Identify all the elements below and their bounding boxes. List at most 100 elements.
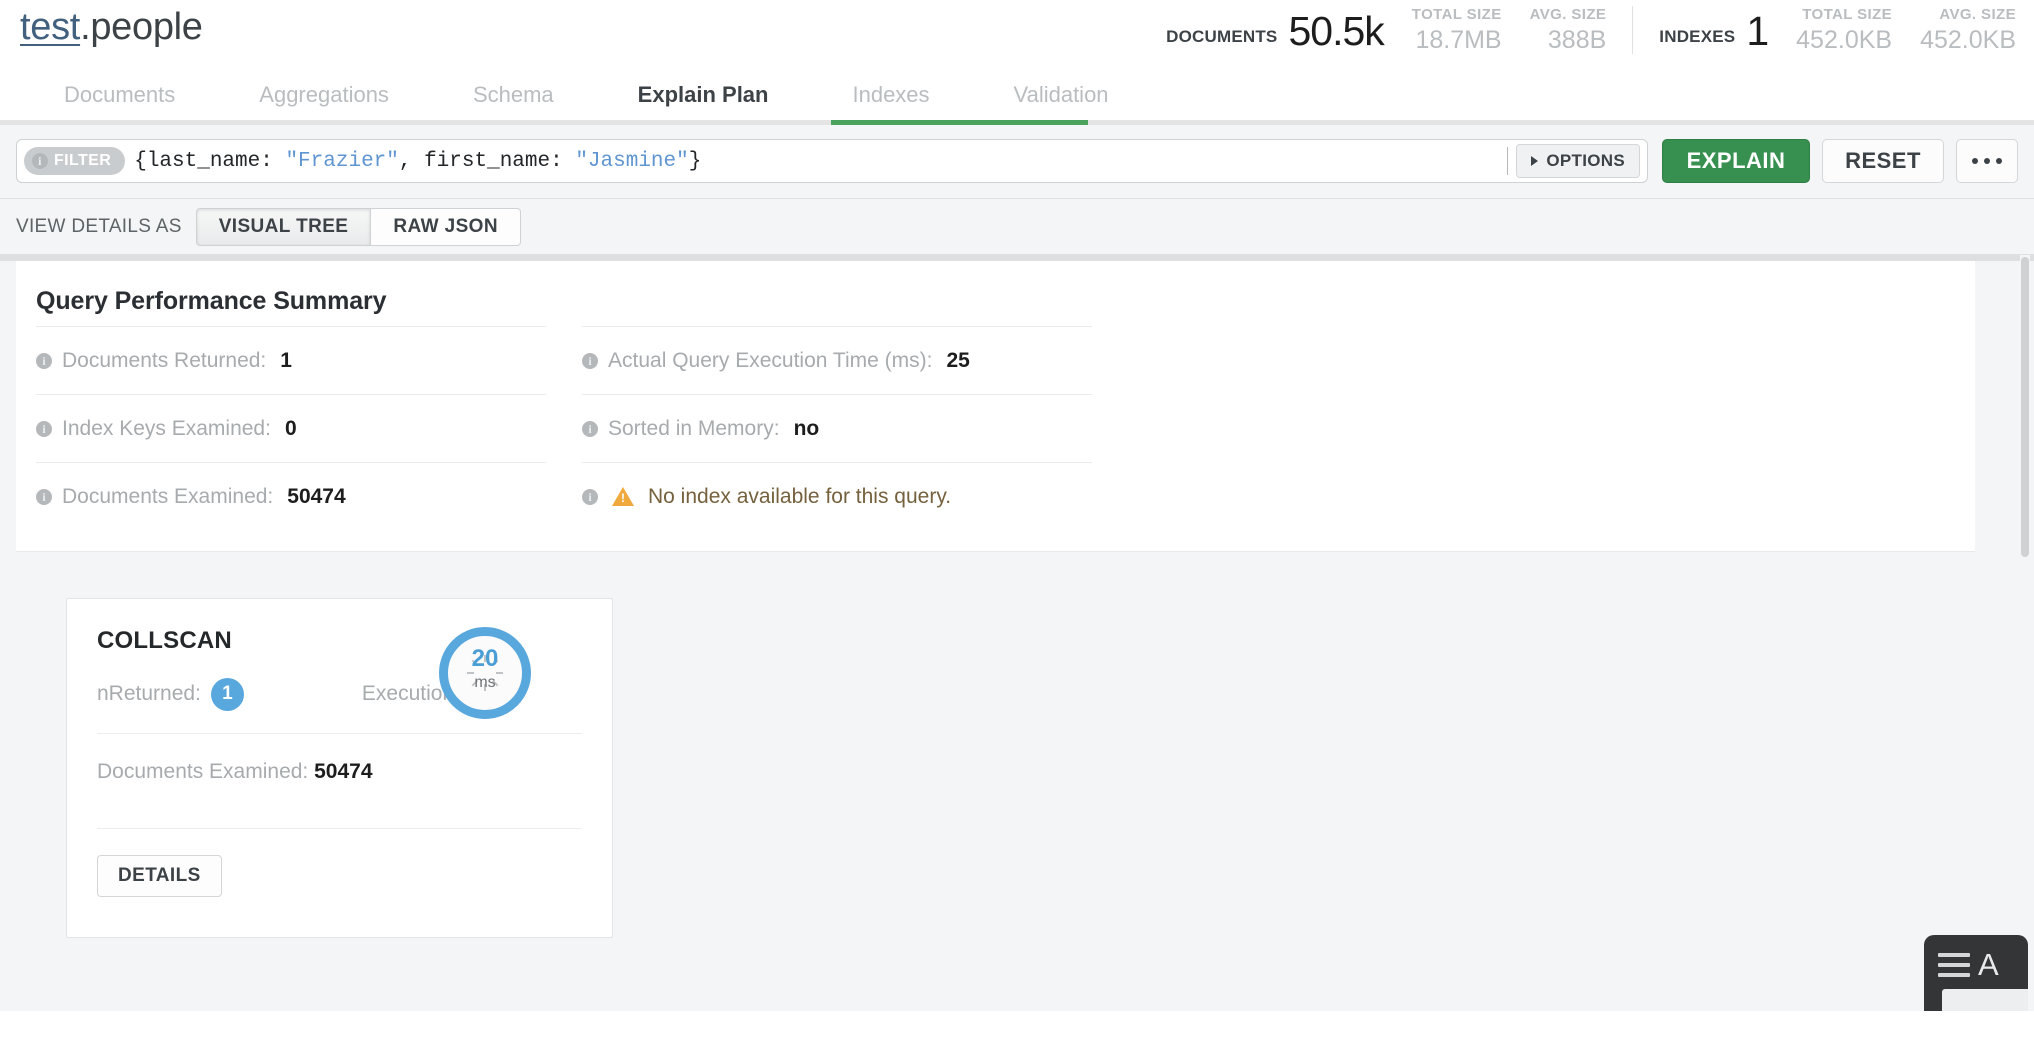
documents-avg-size-value: 388B [1547,26,1607,54]
options-toggle[interactable]: OPTIONS [1516,144,1640,178]
indexes-avg-size-label: AVG. SIZE [1939,6,2016,23]
filter-badge[interactable]: i FILTER [24,147,126,175]
indexes-total-size-label: TOTAL SIZE [1802,6,1893,23]
summary-label: Sorted in Memory: [608,416,780,440]
horizontal-scrollbar[interactable] [0,255,2034,261]
documents-stat-value: 50.5k [1288,8,1384,54]
active-tab-indicator [831,120,1088,125]
indexes-total-size-value: 452.0KB [1796,26,1893,54]
collection-name: people [90,6,203,48]
view-mode-segmented-control: VISUAL TREE RAW JSON [195,207,521,246]
stats-divider [1632,6,1634,54]
collection-stats: DOCUMENTS 50.5k TOTAL SIZE 18.7MB AVG. S… [1166,0,2016,56]
documents-avg-size-label: AVG. SIZE [1529,6,1607,23]
info-icon[interactable]: i [36,420,52,437]
indexes-avg-size-value: 452.0KB [1920,26,2016,54]
tab-documents[interactable]: Documents [22,70,217,120]
tab-underline-track [0,120,2034,125]
view-mode-raw-json[interactable]: RAW JSON [371,207,521,246]
summary-row-index-warning: i No index available for this query. [582,462,1092,530]
stage-details-button[interactable]: DETAILS [97,855,222,897]
summary-column-left: i Documents Returned: 1 i Index Keys Exa… [36,326,546,530]
vertical-scrollbar[interactable] [2020,255,2030,1011]
documents-examined-label: Documents Examined: [97,760,309,783]
tab-indexes[interactable]: Indexes [810,70,971,120]
filter-input[interactable]: {last_name: "Frazier", first_name: "Jasm… [125,150,1507,173]
summary-label: Actual Query Execution Time (ms): [608,348,933,372]
info-icon[interactable]: i [36,488,52,505]
summary-row-execution-time: i Actual Query Execution Time (ms): 25 [582,326,1092,394]
summary-column-right: i Actual Query Execution Time (ms): 25 i… [582,326,1092,530]
summary-label: Documents Returned: [62,348,267,372]
scrollbar-thumb[interactable] [2021,257,2029,557]
filter-token-plain: {last_name: [134,149,286,173]
summary-value: no [793,416,820,440]
documents-total-size-value: 18.7MB [1415,26,1502,54]
stage-documents-examined: Documents Examined: 50474 [97,734,582,812]
summary-row-documents-returned: i Documents Returned: 1 [36,326,546,394]
filter-token-string: "Frazier" [285,149,399,173]
stat-group-documents: DOCUMENTS 50.5k TOTAL SIZE 18.7MB AVG. S… [1166,4,1606,56]
filter-input-wrapper[interactable]: i FILTER {last_name: "Frazier", first_na… [16,139,1648,183]
documents-total-size-label: TOTAL SIZE [1411,6,1502,23]
namespace-title: test.people [20,0,203,46]
stage-card-collscan[interactable]: COLLSCAN nReturned: 1 Execution Time: Do… [66,598,613,938]
collection-tab-bar: Documents Aggregations Schema Explain Pl… [0,70,2034,120]
clock-value: 20 [471,645,499,672]
view-mode-visual-tree[interactable]: VISUAL TREE [195,207,372,246]
reset-button[interactable]: RESET [1822,139,1944,183]
dot-icon [1972,158,1978,164]
summary-value: 0 [284,416,297,440]
explain-plan-content: Query Performance Summary i Documents Re… [0,255,2034,1011]
view-details-label: VIEW DETAILS AS [16,215,182,237]
namespace-separator: . [80,6,91,48]
tab-validation[interactable]: Validation [972,70,1151,120]
documents-total-size: TOTAL SIZE 18.7MB [1412,7,1502,56]
filter-token-string: "Jasmine" [575,149,689,173]
query-bar: i FILTER {last_name: "Frazier", first_na… [0,125,2034,199]
float-widget-letter: A [1978,947,1999,982]
stage-actions: DETAILS [97,829,582,897]
nreturned-badge: 1 [210,677,244,711]
summary-value: 25 [946,348,970,372]
summary-value: 50474 [287,484,346,508]
float-widget-panel [1942,989,2028,1011]
options-label: OPTIONS [1546,151,1625,170]
indexes-total-size: TOTAL SIZE 452.0KB [1796,7,1892,56]
explain-stage-tree: COLLSCAN nReturned: 1 Execution Time: Do… [0,552,2034,938]
explain-button[interactable]: EXPLAIN [1662,139,1810,183]
dot-icon [1996,158,2002,164]
summary-row-documents-examined: i Documents Examined: 50474 [36,462,546,530]
info-icon[interactable]: i [582,488,598,505]
info-icon[interactable]: i [582,420,598,437]
indexes-avg-size: AVG. SIZE 452.0KB [1920,7,2016,56]
info-icon[interactable]: i [36,352,52,369]
clock-unit: ms [474,674,496,691]
documents-examined-value: 50474 [314,760,373,783]
summary-value: 1 [280,348,292,372]
filter-token-plain: } [688,149,702,173]
info-icon: i [32,153,48,169]
query-performance-summary-panel: Query Performance Summary i Documents Re… [16,255,1975,552]
documents-stat-label: DOCUMENTS [1166,27,1278,46]
summary-columns: i Documents Returned: 1 i Index Keys Exa… [36,326,1945,530]
execution-time-clock-gauge: 20 ms [439,627,531,719]
chevron-right-icon [1531,156,1539,166]
tab-aggregations[interactable]: Aggregations [217,70,431,120]
filter-token-plain: , first_name: [398,149,576,173]
warning-icon [612,487,634,506]
view-details-bar: VIEW DETAILS AS VISUAL TREE RAW JSON [0,199,2034,255]
tab-explain-plan[interactable]: Explain Plan [596,70,811,120]
filter-badge-label: FILTER [54,152,112,169]
database-link[interactable]: test [20,6,80,48]
text-cursor [1507,147,1509,175]
summary-label: Index Keys Examined: [62,416,271,440]
more-options-button[interactable] [1956,139,2018,183]
summary-row-sorted-in-memory: i Sorted in Memory: no [582,394,1092,462]
floating-accessibility-widget[interactable]: A [1924,935,2028,1011]
info-icon[interactable]: i [582,352,598,369]
documents-avg-size: AVG. SIZE 388B [1530,7,1607,56]
tab-schema[interactable]: Schema [431,70,596,120]
dot-icon [1984,158,1990,164]
hamburger-menu-icon[interactable] [1938,949,1970,983]
